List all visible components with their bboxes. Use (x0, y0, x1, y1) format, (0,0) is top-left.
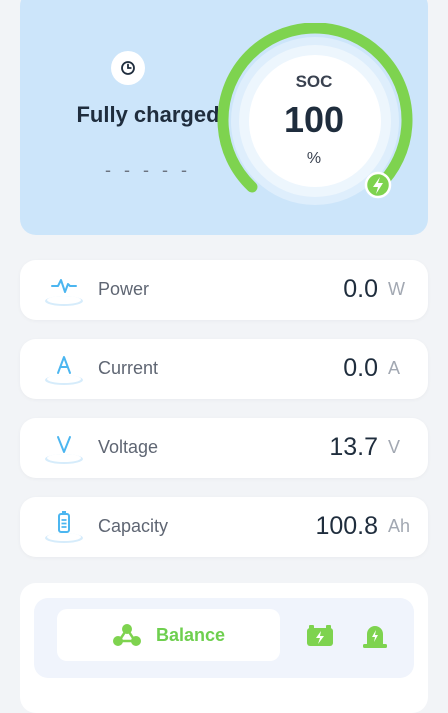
alarm-light-icon[interactable] (360, 620, 390, 650)
function-tab-bar: Balance (34, 598, 414, 678)
metric-label: Capacity (98, 516, 169, 536)
metric-label: Current (98, 358, 159, 378)
battery-charge-icon[interactable] (305, 620, 335, 650)
battery-capacity-icon (45, 511, 83, 543)
balance-button[interactable]: Balance (57, 609, 280, 661)
current-a-icon (45, 356, 83, 385)
metric-unit: V (388, 437, 401, 457)
function-panel: Balance (20, 583, 428, 713)
metric-value: 0.0 (343, 275, 378, 303)
metric-card-current: Current 0.0 A (20, 339, 428, 399)
voltage-v-icon (45, 436, 83, 464)
metric-card-capacity: Capacity 100.8 Ah (20, 497, 428, 557)
metric-label: Power (98, 279, 150, 299)
metric-card-power: Power 0.0 W (20, 260, 428, 320)
clock-icon (121, 61, 135, 75)
soc-label: SOC (295, 72, 333, 91)
soc-value: 100 (283, 99, 345, 140)
balance-label: Balance (155, 624, 226, 645)
metric-value: 13.7 (329, 433, 378, 461)
balance-icon (112, 624, 141, 646)
metric-label: Voltage (98, 437, 159, 457)
power-wave-icon (45, 279, 83, 306)
metric-card-voltage: Voltage 13.7 V (20, 418, 428, 478)
soc-unit: % (306, 150, 322, 167)
metric-unit: W (388, 279, 405, 299)
clock-button[interactable] (111, 51, 145, 85)
metric-unit: Ah (388, 516, 411, 536)
metric-value: 0.0 (343, 354, 378, 382)
metric-value: 100.8 (315, 512, 378, 540)
metric-unit: A (388, 358, 401, 378)
